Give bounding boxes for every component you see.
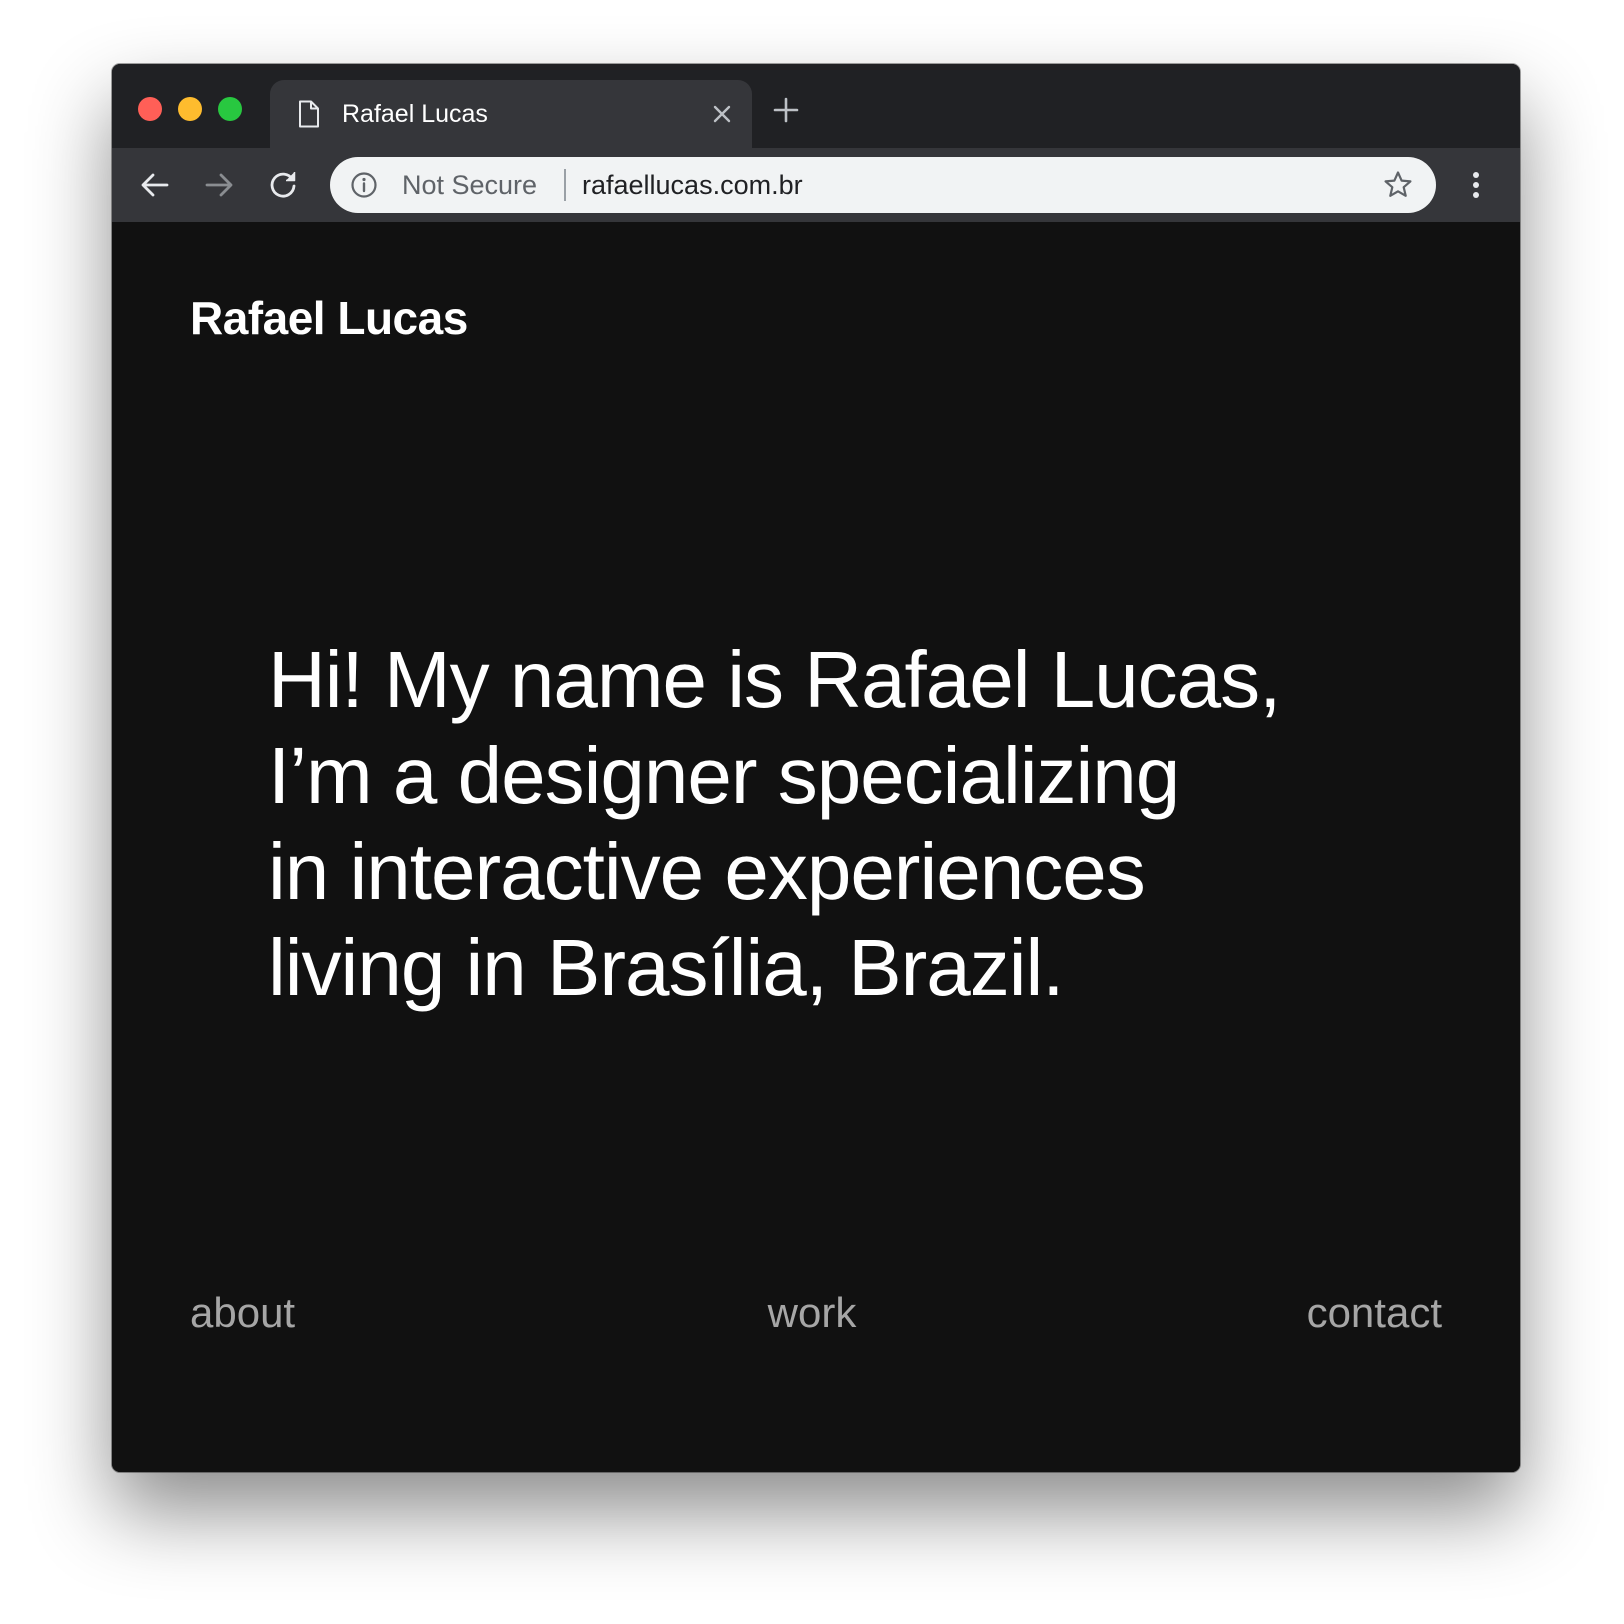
plus-icon[interactable] [772,96,800,124]
arrow-right-icon[interactable] [202,168,236,202]
browser-window: Rafael Lucas Not Secure rafaellucas.com.… [112,64,1520,1472]
info-icon[interactable] [350,171,378,199]
close-window-button[interactable] [138,97,162,121]
minimize-window-button[interactable] [178,97,202,121]
intro-line: I’m a designer specializing [268,731,1180,820]
nav-link-work[interactable]: work [752,1288,872,1338]
url-text[interactable]: rafaellucas.com.br [582,170,803,200]
close-icon[interactable] [710,102,734,126]
browser-toolbar: Not Secure rafaellucas.com.br [112,148,1520,222]
intro-line: in interactive experiences [268,827,1146,916]
page-content: Rafael Lucas Hi! My name is Rafael Lucas… [112,222,1520,1472]
intro-line: living in Brasília, Brazil. [268,923,1065,1012]
tab-bar: Rafael Lucas [112,64,1520,148]
intro-heading: Hi! My name is Rafael Lucas, I’m a desig… [268,632,1388,1016]
security-label[interactable]: Not Secure [402,170,537,200]
nav-link-about[interactable]: about [190,1288,295,1338]
maximize-window-button[interactable] [218,97,242,121]
tab-title: Rafael Lucas [342,100,488,128]
omnibox-divider [564,169,566,201]
intro-line: Hi! My name is Rafael Lucas, [268,635,1281,724]
page-icon [298,100,320,128]
tab-active[interactable]: Rafael Lucas [270,80,752,148]
kebab-menu-icon[interactable] [1470,168,1482,202]
nav-link-contact[interactable]: contact [1307,1288,1442,1338]
star-icon[interactable] [1382,169,1414,201]
arrow-left-icon[interactable] [138,168,172,202]
reload-icon[interactable] [266,168,300,202]
site-logo[interactable]: Rafael Lucas [190,290,468,346]
address-bar[interactable]: Not Secure rafaellucas.com.br [330,157,1436,213]
